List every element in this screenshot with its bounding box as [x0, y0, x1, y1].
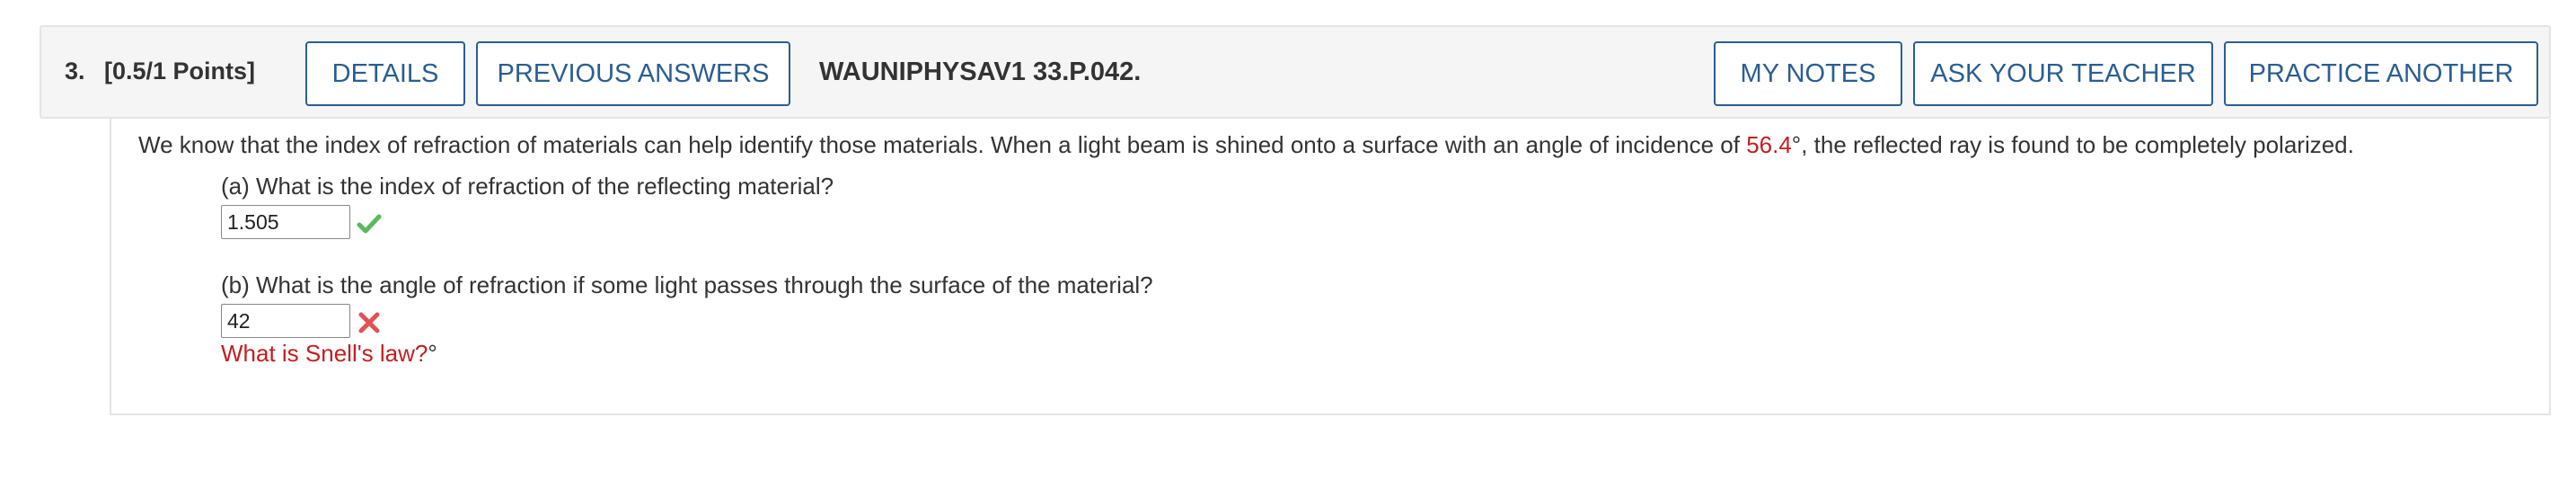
part-a-answer-input[interactable]: [221, 205, 350, 239]
cross-icon: [358, 312, 380, 333]
my-notes-button[interactable]: MY NOTES: [1714, 41, 1902, 106]
ask-teacher-button[interactable]: ASK YOUR TEACHER: [1913, 41, 2213, 106]
question-text: We know that the index of refraction of …: [138, 131, 2354, 159]
question-body: We know that the index of refraction of …: [110, 119, 2551, 415]
hint-text: What is Snell's law?: [221, 340, 428, 367]
question-number: 3.: [65, 58, 85, 84]
previous-answers-button[interactable]: PREVIOUS ANSWERS: [476, 41, 790, 106]
part-b-answer-input[interactable]: [221, 304, 350, 338]
question-id: WAUNIPHYSAV1 33.P.042.: [819, 58, 1142, 86]
part-b-hint: What is Snell's law?°: [221, 340, 437, 368]
question-header: 3. [0.5/1 Points] DETAILS PREVIOUS ANSWE…: [40, 25, 2551, 119]
check-icon: [357, 214, 382, 234]
part-a-prompt: (a) What is the index of refraction of t…: [221, 173, 834, 200]
part-b-prompt: (b) What is the angle of refraction if s…: [221, 271, 1153, 298]
question-points: [0.5/1 Points]: [104, 58, 256, 84]
question-text-after: °, the reflected ray is found to be comp…: [1791, 131, 2354, 158]
incidence-angle-value: 56.4: [1746, 131, 1792, 158]
hint-unit: °: [428, 340, 437, 367]
practice-another-button[interactable]: PRACTICE ANOTHER: [2224, 41, 2538, 106]
details-button[interactable]: DETAILS: [305, 41, 465, 106]
question-text-before: We know that the index of refraction of …: [138, 131, 1747, 158]
